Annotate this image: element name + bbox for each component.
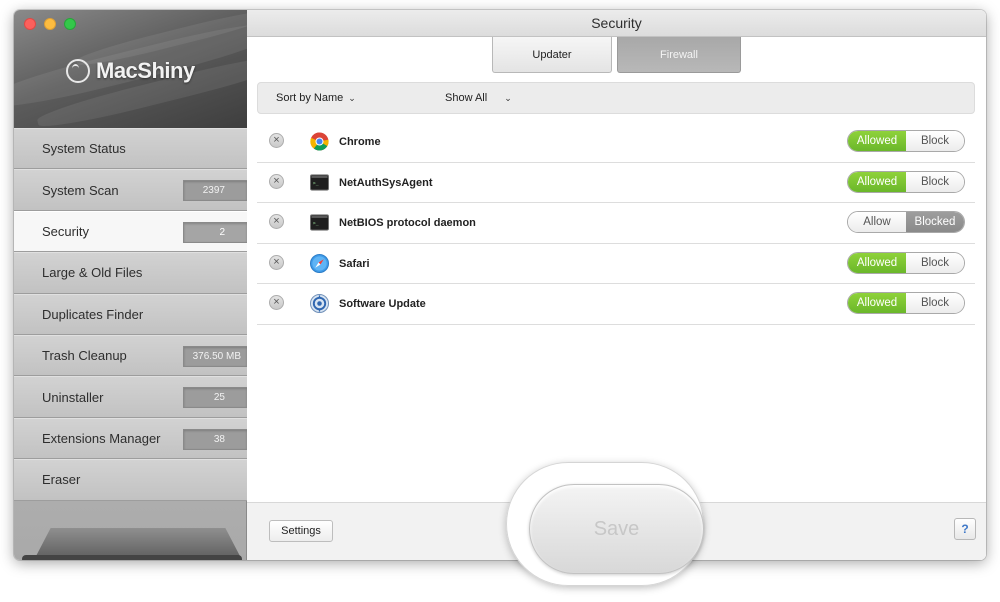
brand-name: MacShiny xyxy=(96,58,195,83)
decorative-stand-base xyxy=(22,555,242,560)
allow-block-toggle[interactable]: Allowed Block xyxy=(847,292,965,315)
sort-dropdown[interactable]: Sort by Name ⌄ xyxy=(276,92,356,104)
sidebar: MacShiny System Status System Scan 2397 … xyxy=(14,10,247,560)
allow-block-toggle[interactable]: Allowed Block xyxy=(847,170,965,193)
sidebar-item-system-status[interactable]: System Status xyxy=(14,128,247,170)
sidebar-item-extensions-manager[interactable]: Extensions Manager 38 xyxy=(14,417,247,460)
svg-text:>_: >_ xyxy=(313,222,319,227)
sidebar-item-label: Extensions Manager xyxy=(42,430,161,446)
save-button[interactable]: Save xyxy=(529,484,704,574)
allow-block-toggle[interactable]: Allow Blocked xyxy=(847,211,965,234)
show-dropdown[interactable]: Show All ⌄ xyxy=(445,92,512,104)
sidebar-item-label: Large & Old Files xyxy=(42,265,143,281)
count-badge: 2 xyxy=(183,221,247,243)
blocked-option[interactable]: Blocked xyxy=(906,212,964,233)
app-name: Chrome xyxy=(339,136,381,148)
window-title: Security xyxy=(591,15,642,31)
sidebar-item-label: System Scan xyxy=(42,182,119,198)
sidebar-item-label: System Status xyxy=(42,141,126,157)
settings-button[interactable]: Settings xyxy=(269,520,333,542)
count-badge: 38 xyxy=(183,428,247,450)
help-button[interactable]: ? xyxy=(954,518,976,540)
terminal-icon: >_ xyxy=(310,174,329,191)
brand-header: MacShiny xyxy=(14,10,247,128)
allowed-option[interactable]: Allowed xyxy=(848,131,906,151)
chrome-icon xyxy=(310,132,329,151)
sidebar-nav: System Status System Scan 2397 Security … xyxy=(14,128,247,501)
software-update-icon xyxy=(310,294,329,314)
sidebar-item-system-scan[interactable]: System Scan 2397 xyxy=(14,169,247,211)
sidebar-item-eraser[interactable]: Eraser xyxy=(14,459,247,501)
list-item: × Software Update Allowed Block xyxy=(257,284,975,325)
svg-text:>_: >_ xyxy=(313,181,319,186)
safari-icon xyxy=(310,253,329,273)
count-badge: 25 xyxy=(183,387,247,409)
remove-icon[interactable]: × xyxy=(269,133,284,148)
app-name: NetBIOS protocol daemon xyxy=(339,217,476,230)
size-badge: 376.50 MB xyxy=(183,345,247,367)
tab-firewall[interactable]: Firewall xyxy=(617,37,741,73)
filter-bar: Sort by Name ⌄ Show All ⌄ xyxy=(257,82,975,114)
list-item: × >_ NetAuthSysAgent Allowed Block xyxy=(257,163,975,204)
allow-option[interactable]: Allow xyxy=(848,212,906,233)
app-name: NetAuthSysAgent xyxy=(339,176,433,189)
list-item: × Safari Allowed Block xyxy=(257,244,975,285)
macshiny-logo-icon xyxy=(66,59,90,83)
firewall-app-list: × Chrome Allowed Block × >_ NetAuthSysAg… xyxy=(257,122,975,325)
app-window: MacShiny System Status System Scan 2397 … xyxy=(14,10,986,560)
sort-label: Sort by Name xyxy=(276,92,344,104)
window-controls xyxy=(24,18,76,30)
sidebar-item-label: Eraser xyxy=(42,472,81,488)
count-badge: 2397 xyxy=(183,180,247,202)
close-window-button[interactable] xyxy=(24,18,36,30)
list-item: × Chrome Allowed Block xyxy=(257,122,975,163)
terminal-icon: >_ xyxy=(310,214,329,231)
minimize-window-button[interactable] xyxy=(44,18,56,30)
sidebar-item-duplicates-finder[interactable]: Duplicates Finder xyxy=(14,293,247,335)
list-item: × >_ NetBIOS protocol daemon Allow Block… xyxy=(257,203,975,244)
zoom-window-button[interactable] xyxy=(64,18,76,30)
title-bar: Security xyxy=(247,10,986,37)
chevron-down-icon: ⌄ xyxy=(504,92,512,103)
sidebar-item-large-old-files[interactable]: Large & Old Files xyxy=(14,252,247,294)
block-option[interactable]: Block xyxy=(906,293,964,314)
sidebar-item-label: Uninstaller xyxy=(42,389,104,405)
tab-updater[interactable]: Updater xyxy=(492,37,612,73)
allow-block-toggle[interactable]: Allowed Block xyxy=(847,130,965,152)
macshiny-logo: MacShiny xyxy=(66,58,195,84)
sidebar-item-label: Trash Cleanup xyxy=(42,348,127,364)
remove-icon[interactable]: × xyxy=(269,295,284,311)
block-option[interactable]: Block xyxy=(906,131,964,151)
remove-icon[interactable]: × xyxy=(269,254,284,270)
block-option[interactable]: Block xyxy=(906,171,964,192)
allowed-option[interactable]: Allowed xyxy=(848,293,906,314)
show-label: Show All xyxy=(445,92,488,104)
allowed-option[interactable]: Allowed xyxy=(848,171,906,192)
sidebar-item-security[interactable]: Security 2 xyxy=(14,210,247,253)
sidebar-item-uninstaller[interactable]: Uninstaller 25 xyxy=(14,376,247,418)
remove-icon[interactable]: × xyxy=(269,173,284,189)
app-name: Software Update xyxy=(339,298,426,311)
remove-icon[interactable]: × xyxy=(269,214,284,230)
sidebar-item-label: Duplicates Finder xyxy=(42,306,144,322)
sidebar-item-label: Security xyxy=(42,223,89,239)
sidebar-item-trash-cleanup[interactable]: Trash Cleanup 376.50 MB xyxy=(14,334,247,377)
block-option[interactable]: Block xyxy=(906,252,964,273)
allowed-option[interactable]: Allowed xyxy=(848,252,906,273)
allow-block-toggle[interactable]: Allowed Block xyxy=(847,251,965,274)
app-name: Safari xyxy=(339,257,370,270)
chevron-down-icon: ⌄ xyxy=(348,92,356,103)
tab-bar: Updater Firewall xyxy=(492,37,741,73)
